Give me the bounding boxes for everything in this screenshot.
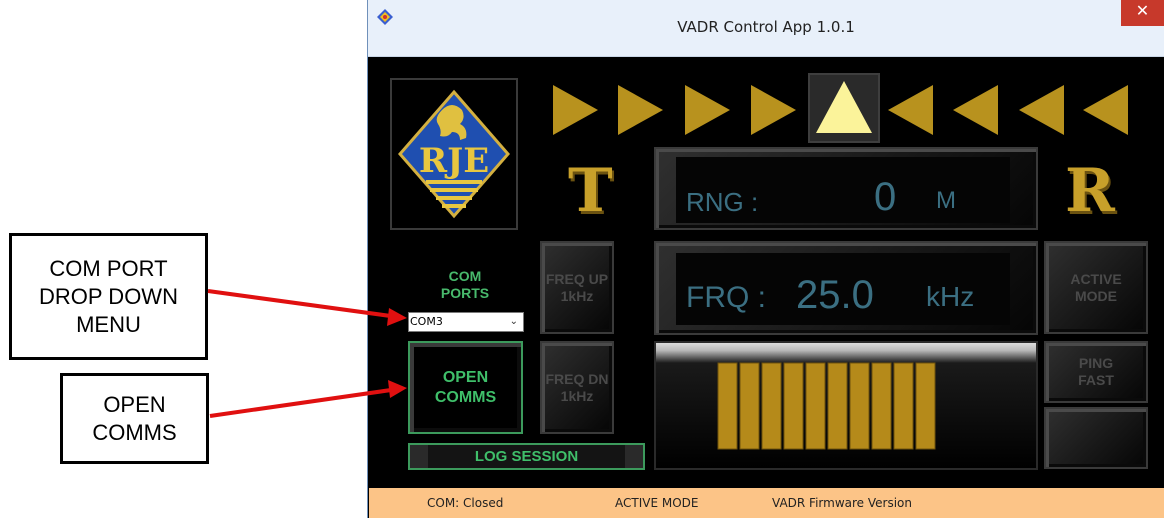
callout-arrows bbox=[207, 289, 407, 418]
arrow-line bbox=[207, 289, 399, 319]
arrow-head-icon bbox=[387, 308, 407, 326]
arrow-head-icon bbox=[388, 380, 407, 398]
arrow-line bbox=[209, 387, 399, 418]
